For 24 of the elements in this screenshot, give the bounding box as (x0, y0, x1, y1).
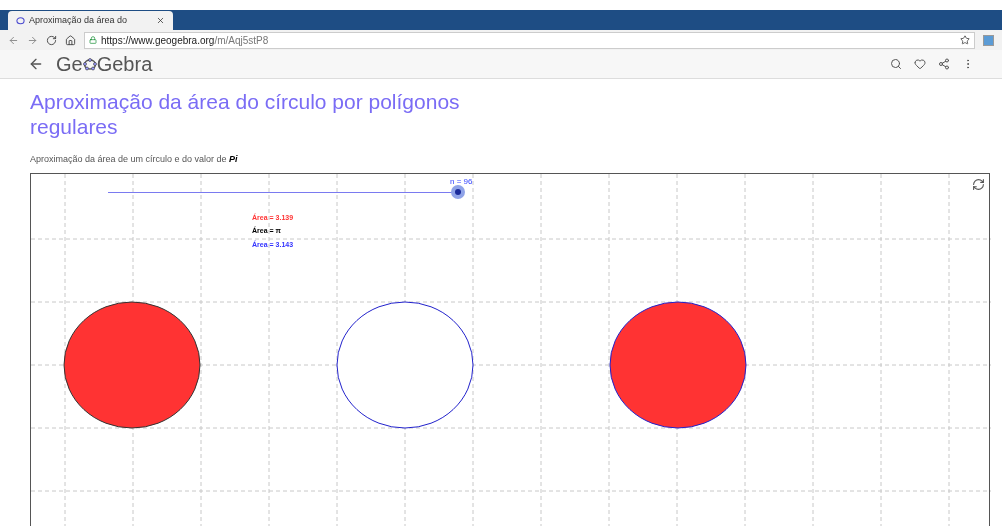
geogebra-logo[interactable]: Ge Gebra (56, 49, 153, 79)
back-icon[interactable] (28, 56, 44, 72)
lock-icon (89, 36, 97, 44)
reset-icon[interactable] (972, 177, 985, 191)
page-subtitle: Aproximação da área de um círculo e do valor de Pi (30, 153, 239, 166)
reload-icon[interactable] (46, 34, 57, 46)
browser-tab[interactable]: Aproximação da área do (8, 11, 173, 30)
flower-logo-icon (82, 57, 97, 71)
home-icon[interactable] (65, 34, 76, 46)
slider-thumb[interactable] (451, 184, 465, 199)
url-field[interactable]: https://www.geogebra.org/m/Aqj5stP8 (84, 31, 975, 49)
tab-title: Aproximação da área do (29, 13, 129, 27)
slider-label: n = 96 (450, 175, 473, 188)
forward-icon[interactable] (27, 34, 38, 46)
extension-icon[interactable] (983, 34, 994, 46)
search-icon[interactable] (890, 58, 902, 70)
logo-icon (16, 16, 25, 25)
star-icon[interactable] (960, 35, 970, 45)
share-icon[interactable] (938, 58, 950, 70)
back-icon[interactable] (8, 34, 19, 46)
page-title: Aproximação da área do círculo por polígonos regulares (30, 89, 461, 139)
url-text: https://www.geogebra.org/m/Aqj5stP8 (101, 33, 270, 48)
close-icon[interactable] (156, 16, 165, 25)
heart-icon[interactable] (914, 58, 926, 70)
